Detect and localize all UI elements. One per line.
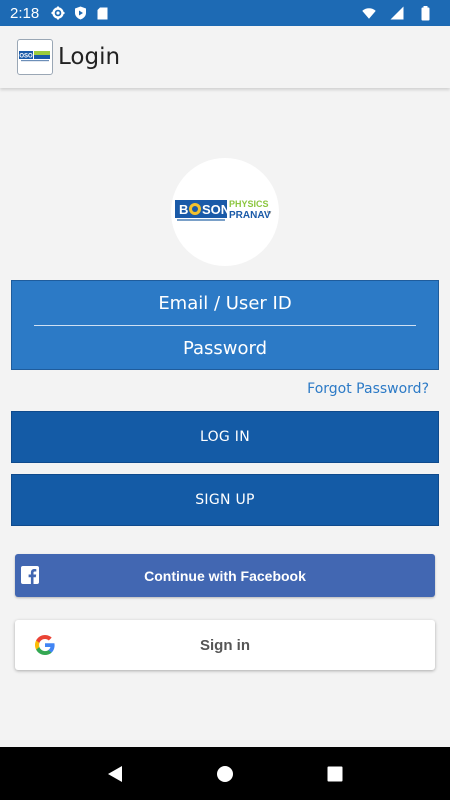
signup-button-label: SIGN UP: [195, 492, 255, 508]
signup-button[interactable]: SIGN UP: [11, 474, 439, 526]
google-signin-button[interactable]: Sign in: [15, 620, 435, 670]
password-field[interactable]: Password: [12, 326, 438, 370]
signal-icon: [390, 6, 404, 20]
status-time: 2:18: [10, 4, 40, 22]
facebook-icon: [21, 566, 39, 584]
recents-icon[interactable]: [323, 762, 347, 786]
logo-b-text: B: [179, 202, 188, 217]
battery-icon: [418, 5, 432, 20]
sd-card-icon: [95, 6, 109, 20]
system-nav-bar: [0, 747, 450, 800]
status-bar: 2:18: [0, 0, 450, 26]
home-icon[interactable]: [213, 762, 237, 786]
settings-icon: [51, 6, 65, 20]
google-button-label: Sign in: [200, 636, 250, 654]
facebook-button-label: Continue with Facebook: [144, 567, 306, 584]
password-placeholder: Password: [182, 337, 268, 359]
google-icon: [35, 635, 55, 655]
forgot-password-link[interactable]: Forgot Password?: [307, 381, 429, 397]
brand-logo: B SON PHYSICS by PRANAV: [171, 158, 279, 266]
page-title: Login: [58, 44, 121, 70]
logo-son-text: SON: [202, 202, 230, 217]
logo-pranav-text: PRANAV: [229, 210, 271, 221]
app-bar: BOSON Login: [0, 26, 450, 88]
shield-play-icon: [73, 6, 87, 20]
app-logo-icon: BOSON: [17, 39, 53, 75]
email-field[interactable]: Email / User ID: [12, 281, 438, 325]
email-placeholder: Email / User ID: [158, 292, 292, 314]
logo-physics-text: PHYSICS: [229, 199, 269, 209]
credentials-panel: Email / User ID Password: [11, 280, 439, 370]
facebook-login-button[interactable]: Continue with Facebook: [15, 554, 435, 597]
wifi-icon: [362, 6, 376, 20]
back-icon[interactable]: [103, 762, 127, 786]
login-button[interactable]: LOG IN: [11, 411, 439, 463]
login-button-label: LOG IN: [199, 429, 251, 445]
